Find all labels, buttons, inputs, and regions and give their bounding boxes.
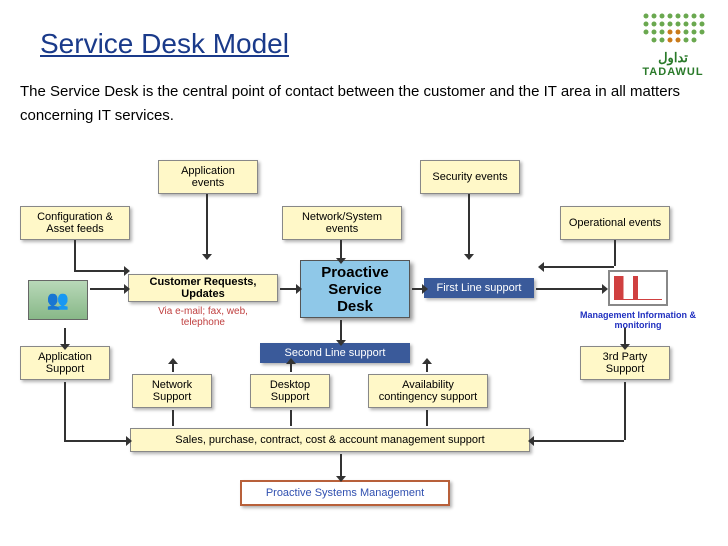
box-application-support: Application Support: [20, 346, 110, 380]
box-third-party: 3rd Party Support: [580, 346, 670, 380]
arrow: [74, 270, 124, 272]
box-customer-requests: Customer Requests, Updates: [128, 274, 278, 302]
slide-description: The Service Desk is the central point of…: [20, 80, 708, 128]
box-operational: Operational events: [560, 206, 670, 240]
arrow: [426, 364, 428, 372]
service-desk-diagram: Application events Security events Confi…: [20, 160, 708, 526]
slide-title: Service Desk Model: [40, 28, 289, 60]
arrow: [536, 288, 602, 290]
box-network-support: Network Support: [132, 374, 212, 408]
box-sales: Sales, purchase, contract, cost & accoun…: [130, 428, 530, 452]
arrow: [426, 410, 428, 426]
arrow: [290, 364, 292, 372]
box-first-line: First Line support: [424, 278, 534, 298]
box-application-events: Application events: [158, 160, 258, 194]
arrow: [534, 440, 624, 442]
box-network-system: Network/System events: [282, 206, 402, 240]
mgmt-info-label: Management Information & monitoring: [578, 310, 698, 330]
box-second-line: Second Line support: [260, 343, 410, 363]
via-text: Via e-mail; fax, web, telephone: [148, 306, 258, 328]
arrow: [90, 288, 124, 290]
arrow: [614, 240, 616, 266]
arrow: [74, 240, 76, 270]
box-availability: Availability contingency support: [368, 374, 488, 408]
arrow: [64, 440, 126, 442]
logo-latin-text: TADAWUL: [638, 66, 708, 78]
monitoring-chart-icon: [608, 270, 668, 306]
tadawul-logo: تداول TADAWUL: [638, 8, 708, 78]
box-security-events: Security events: [420, 160, 520, 194]
box-desktop-support: Desktop Support: [250, 374, 330, 408]
arrow: [172, 364, 174, 372]
logo-dots-icon: [638, 8, 708, 50]
box-proactive-systems-mgmt: Proactive Systems Management: [240, 480, 450, 506]
arrow: [340, 240, 342, 258]
arrow: [624, 328, 626, 344]
users-icon: 👥: [28, 280, 88, 320]
arrow: [624, 382, 626, 440]
box-proactive-service-desk: Proactive Service Desk: [300, 260, 410, 318]
arrow: [64, 382, 66, 440]
box-config-asset: Configuration & Asset feeds: [20, 206, 130, 240]
logo-arabic-text: تداول: [638, 50, 708, 66]
arrow: [340, 320, 342, 340]
arrow: [544, 266, 614, 268]
arrow: [206, 194, 208, 254]
arrow: [290, 410, 292, 426]
arrow: [468, 194, 470, 254]
arrow: [64, 328, 66, 344]
arrow: [280, 288, 296, 290]
arrow: [412, 288, 422, 290]
arrow: [340, 454, 342, 476]
arrow: [172, 410, 174, 426]
